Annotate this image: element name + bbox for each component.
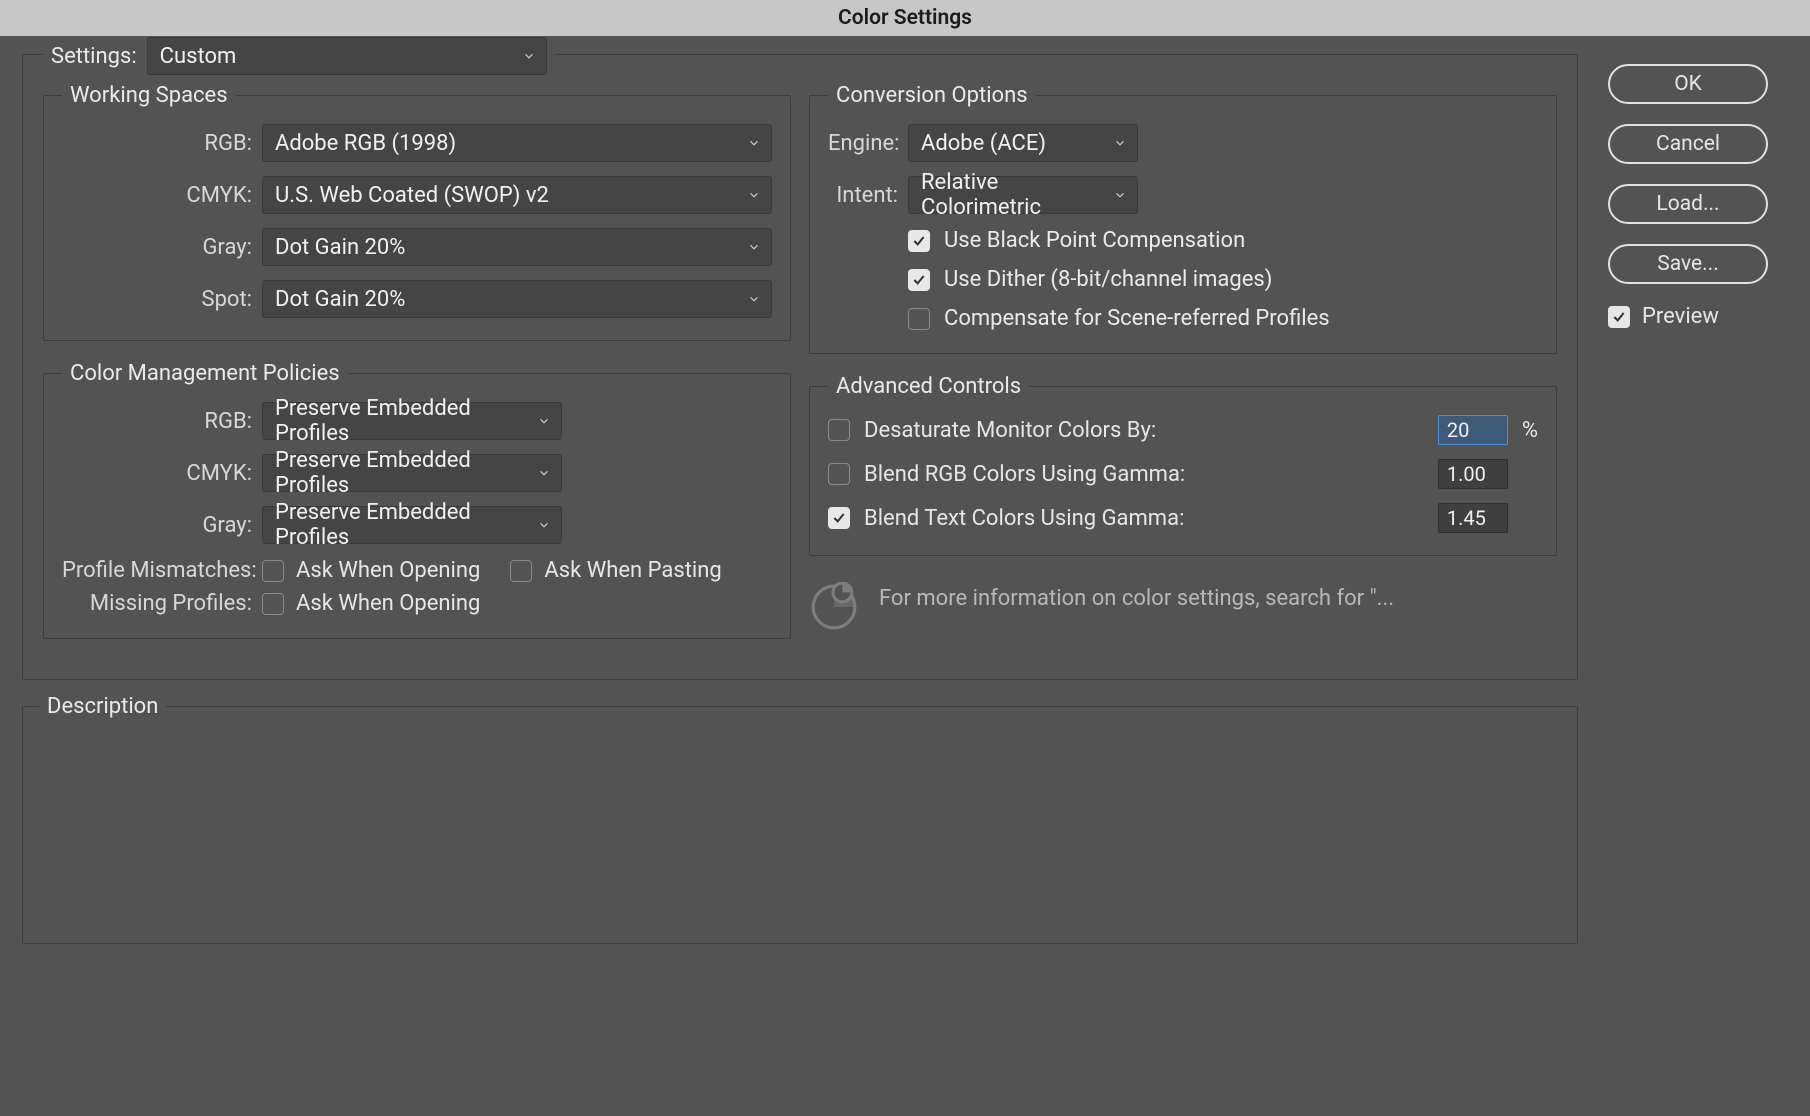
desat-input[interactable] — [1438, 415, 1508, 445]
main-panel: Settings: Custom Working Spaces RGB: — [22, 54, 1578, 680]
ws-gray-label: Gray: — [62, 235, 262, 260]
blend-text-label: Blend Text Colors Using Gamma: — [864, 506, 1184, 531]
info-icon — [809, 582, 859, 638]
ask-paste-mismatch-checkbox[interactable] — [510, 560, 532, 582]
settings-value: Custom — [160, 44, 237, 69]
cancel-button[interactable]: Cancel — [1608, 124, 1768, 164]
scene-checkbox[interactable] — [908, 308, 930, 330]
ws-cmyk-label: CMYK: — [62, 183, 262, 208]
pol-rgb-dropdown[interactable]: Preserve Embedded Profiles — [262, 402, 562, 440]
pol-cmyk-dropdown[interactable]: Preserve Embedded Profiles — [262, 454, 562, 492]
pol-gray-label: Gray: — [62, 513, 262, 538]
profile-mismatches-label: Profile Mismatches: — [62, 558, 262, 583]
preview-checkbox[interactable] — [1608, 306, 1630, 328]
description-legend: Description — [39, 694, 166, 719]
chevron-down-icon — [747, 136, 761, 150]
ws-spot-dropdown[interactable]: Dot Gain 20% — [262, 280, 772, 318]
chevron-down-icon — [747, 240, 761, 254]
dialog-body: Settings: Custom Working Spaces RGB: — [0, 36, 1810, 962]
ask-open-missing-checkbox[interactable] — [262, 593, 284, 615]
chevron-down-icon — [747, 292, 761, 306]
intent-value: Relative Colorimetric — [921, 170, 1103, 220]
window-title: Color Settings — [838, 6, 972, 30]
save-button[interactable]: Save... — [1608, 244, 1768, 284]
chevron-down-icon — [1113, 136, 1127, 150]
conversion-fieldset: Conversion Options Engine: Adobe (ACE) I… — [809, 83, 1557, 354]
dither-label: Use Dither (8-bit/channel images) — [944, 267, 1272, 292]
pol-gray-dropdown[interactable]: Preserve Embedded Profiles — [262, 506, 562, 544]
advanced-fieldset: Advanced Controls Desaturate Monitor Col… — [809, 374, 1557, 556]
chevron-down-icon — [537, 466, 551, 480]
bpc-checkbox[interactable] — [908, 230, 930, 252]
blend-rgb-checkbox[interactable] — [828, 463, 850, 485]
ask-open-mismatch-label: Ask When Opening — [296, 558, 480, 583]
chevron-down-icon — [537, 414, 551, 428]
working-spaces-fieldset: Working Spaces RGB: Adobe RGB (1998) CMY… — [43, 83, 791, 341]
engine-value: Adobe (ACE) — [921, 131, 1046, 156]
desat-unit: % — [1522, 418, 1538, 443]
settings-dropdown[interactable]: Custom — [147, 37, 547, 75]
info-row: For more information on color settings, … — [809, 582, 1557, 638]
ok-button[interactable]: OK — [1608, 64, 1768, 104]
settings-row: Settings: Custom — [43, 37, 555, 75]
ws-rgb-label: RGB: — [62, 131, 262, 156]
chevron-down-icon — [747, 188, 761, 202]
chevron-down-icon — [1113, 188, 1127, 202]
ws-cmyk-dropdown[interactable]: U.S. Web Coated (SWOP) v2 — [262, 176, 772, 214]
desat-checkbox[interactable] — [828, 419, 850, 441]
ws-spot-label: Spot: — [62, 287, 262, 312]
left-column: Settings: Custom Working Spaces RGB: — [22, 54, 1578, 944]
ask-paste-mismatch-label: Ask When Pasting — [544, 558, 721, 583]
blend-text-checkbox[interactable] — [828, 507, 850, 529]
ws-gray-dropdown[interactable]: Dot Gain 20% — [262, 228, 772, 266]
missing-profiles-label: Missing Profiles: — [62, 591, 262, 616]
working-spaces-legend: Working Spaces — [62, 83, 236, 108]
chevron-down-icon — [522, 49, 536, 63]
ask-open-missing-label: Ask When Opening — [296, 591, 480, 616]
title-bar: Color Settings — [0, 0, 1810, 36]
engine-dropdown[interactable]: Adobe (ACE) — [908, 124, 1138, 162]
blend-rgb-label: Blend RGB Colors Using Gamma: — [864, 462, 1185, 487]
blend-text-input[interactable] — [1438, 503, 1508, 533]
dither-checkbox[interactable] — [908, 269, 930, 291]
bpc-label: Use Black Point Compensation — [944, 228, 1245, 253]
policies-fieldset: Color Management Policies RGB: Preserve … — [43, 361, 791, 639]
left-subcolumn: Working Spaces RGB: Adobe RGB (1998) CMY… — [43, 83, 791, 659]
description-fieldset: Description — [22, 694, 1578, 944]
ws-spot-value: Dot Gain 20% — [275, 287, 405, 312]
engine-label: Engine: — [828, 131, 908, 156]
blend-rgb-input[interactable] — [1438, 459, 1508, 489]
chevron-down-icon — [537, 518, 551, 532]
preview-label: Preview — [1642, 304, 1719, 329]
pol-rgb-label: RGB: — [62, 409, 262, 434]
ws-rgb-dropdown[interactable]: Adobe RGB (1998) — [262, 124, 772, 162]
advanced-legend: Advanced Controls — [828, 374, 1029, 399]
pol-rgb-value: Preserve Embedded Profiles — [275, 396, 527, 446]
ws-rgb-value: Adobe RGB (1998) — [275, 131, 456, 156]
load-button[interactable]: Load... — [1608, 184, 1768, 224]
intent-label: Intent: — [828, 183, 908, 208]
intent-dropdown[interactable]: Relative Colorimetric — [908, 176, 1138, 214]
right-subcolumn: Conversion Options Engine: Adobe (ACE) I… — [809, 83, 1557, 659]
scene-label: Compensate for Scene-referred Profiles — [944, 306, 1330, 331]
ask-open-mismatch-checkbox[interactable] — [262, 560, 284, 582]
ws-cmyk-value: U.S. Web Coated (SWOP) v2 — [275, 183, 549, 208]
pol-gray-value: Preserve Embedded Profiles — [275, 500, 527, 550]
conversion-legend: Conversion Options — [828, 83, 1036, 108]
desat-label: Desaturate Monitor Colors By: — [864, 418, 1156, 443]
pol-cmyk-label: CMYK: — [62, 461, 262, 486]
policies-legend: Color Management Policies — [62, 361, 348, 386]
right-column: OK Cancel Load... Save... Preview — [1608, 54, 1788, 944]
info-text: For more information on color settings, … — [879, 582, 1394, 611]
settings-label: Settings: — [51, 44, 137, 69]
ws-gray-value: Dot Gain 20% — [275, 235, 405, 260]
pol-cmyk-value: Preserve Embedded Profiles — [275, 448, 527, 498]
